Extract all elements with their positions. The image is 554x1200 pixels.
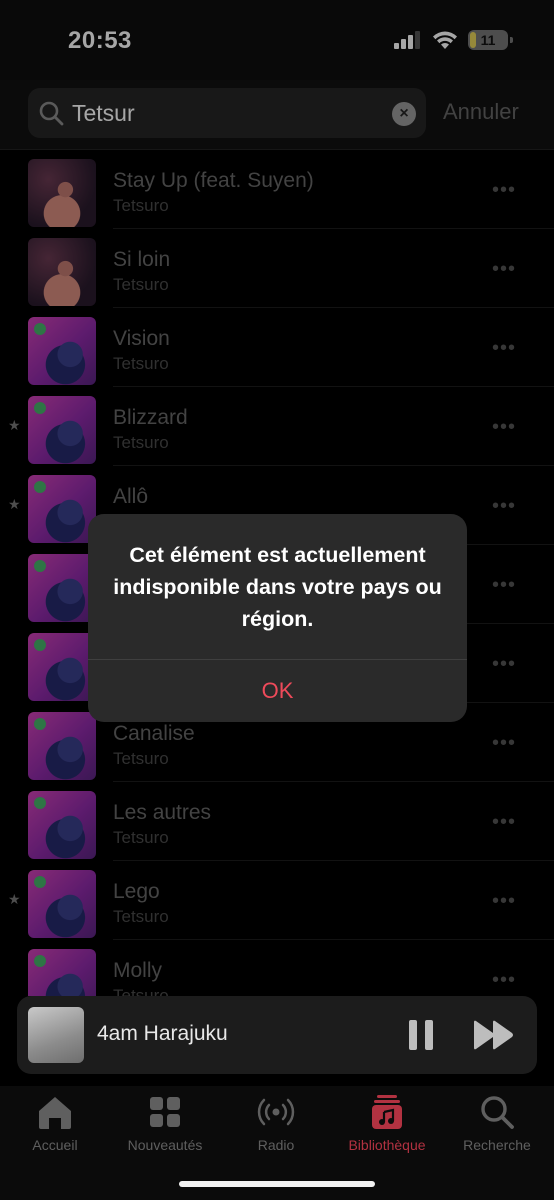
more-options-button[interactable]: ••• [492, 574, 516, 597]
cellular-signal-icon [394, 31, 420, 49]
now-playing-artwork [28, 1007, 84, 1063]
pause-button[interactable] [409, 1020, 433, 1050]
song-row[interactable]: ★ Lego Tetsuro ••• [0, 861, 554, 940]
search-box[interactable]: × [28, 88, 426, 138]
cancel-button[interactable]: Annuler [443, 99, 519, 125]
song-row[interactable]: Les autres Tetsuro ••• [0, 782, 554, 861]
song-artist: Tetsuro [113, 986, 169, 996]
song-title: Molly [113, 959, 163, 982]
more-options-button[interactable]: ••• [492, 179, 516, 202]
more-options-button[interactable]: ••• [492, 969, 516, 992]
radio-icon [257, 1098, 295, 1126]
more-options-button[interactable]: ••• [492, 732, 516, 755]
tab-recherche[interactable]: Recherche [442, 1092, 552, 1162]
more-options-button[interactable]: ••• [492, 890, 516, 913]
song-artwork [28, 791, 96, 859]
battery-level: 11 [480, 32, 496, 48]
star-icon: ★ [8, 891, 21, 907]
song-artwork [28, 949, 96, 996]
song-title: Vision [113, 327, 170, 350]
pause-icon [409, 1020, 417, 1050]
song-artwork [28, 475, 96, 543]
tab-label: Accueil [32, 1137, 78, 1153]
tab-accueil[interactable]: Accueil [0, 1092, 110, 1162]
song-artwork [28, 712, 96, 780]
song-artwork [28, 554, 96, 622]
mini-player[interactable]: 4am Harajuku [17, 996, 537, 1074]
home-indicator[interactable] [179, 1181, 375, 1187]
song-artist: Tetsuro [113, 196, 169, 215]
song-row[interactable]: Vision Tetsuro ••• [0, 308, 554, 387]
song-artwork [28, 159, 96, 227]
tab-nouveautes[interactable]: Nouveautés [110, 1092, 220, 1162]
status-bar: 20:53 11 [0, 0, 554, 80]
grid-icon [150, 1097, 180, 1127]
more-options-button[interactable]: ••• [492, 495, 516, 518]
library-icon [372, 1095, 402, 1129]
song-title: Stay Up (feat. Suyen) [113, 169, 314, 192]
search-input[interactable] [72, 88, 372, 138]
search-icon [39, 101, 64, 126]
search-icon [481, 1096, 514, 1129]
search-header: × Annuler [0, 80, 554, 150]
tab-label: Recherche [463, 1137, 531, 1153]
song-title: Blizzard [113, 406, 188, 429]
tab-radio[interactable]: Radio [221, 1092, 331, 1162]
more-options-button[interactable]: ••• [492, 811, 516, 834]
song-row[interactable]: Molly Tetsuro ••• [0, 940, 554, 996]
song-title: Lego [113, 880, 160, 903]
song-artist: Tetsuro [113, 433, 169, 452]
clear-search-button[interactable]: × [392, 102, 416, 126]
now-playing-title: 4am Harajuku [97, 1022, 228, 1045]
song-artist: Tetsuro [113, 828, 169, 847]
home-icon [39, 1097, 71, 1129]
song-artist: Tetsuro [113, 907, 169, 926]
alert-message: Cet élément est actuellement indisponibl… [113, 543, 442, 631]
more-options-button[interactable]: ••• [492, 653, 516, 676]
tab-bibliotheque[interactable]: Bibliothèque [332, 1092, 442, 1162]
song-artist: Tetsuro [113, 275, 169, 294]
status-icons: 11 [394, 30, 513, 50]
song-artist: Tetsuro [113, 354, 169, 373]
alert-ok-button[interactable]: OK [88, 660, 467, 722]
song-artwork [28, 317, 96, 385]
star-icon: ★ [8, 496, 21, 512]
song-row[interactable]: ★ Blizzard Tetsuro ••• [0, 387, 554, 466]
star-icon: ★ [8, 417, 21, 433]
song-artwork [28, 870, 96, 938]
more-options-button[interactable]: ••• [492, 258, 516, 281]
tab-label: Radio [257, 1137, 295, 1153]
song-title: Allô [113, 485, 149, 508]
song-title: Si loin [113, 248, 171, 271]
song-title: Les autres [113, 801, 212, 824]
song-artwork [28, 238, 96, 306]
close-icon: × [399, 105, 409, 122]
song-row[interactable]: Si loin Tetsuro ••• [0, 229, 554, 308]
song-row[interactable]: Stay Up (feat. Suyen) Tetsuro ••• [0, 150, 554, 229]
alert-dialog: Cet élément est actuellement indisponibl… [88, 514, 467, 722]
tab-label: Nouveautés [127, 1137, 203, 1153]
battery-icon: 11 [468, 30, 513, 50]
wifi-icon [433, 31, 457, 49]
status-time: 20:53 [68, 27, 132, 54]
tab-label: Bibliothèque [348, 1137, 426, 1153]
song-title: Canalise [113, 722, 195, 745]
song-artist: Tetsuro [113, 749, 169, 768]
song-artwork [28, 396, 96, 464]
skip-forward-button[interactable] [472, 1020, 516, 1050]
more-options-button[interactable]: ••• [492, 337, 516, 360]
more-options-button[interactable]: ••• [492, 416, 516, 439]
song-artwork [28, 633, 96, 701]
